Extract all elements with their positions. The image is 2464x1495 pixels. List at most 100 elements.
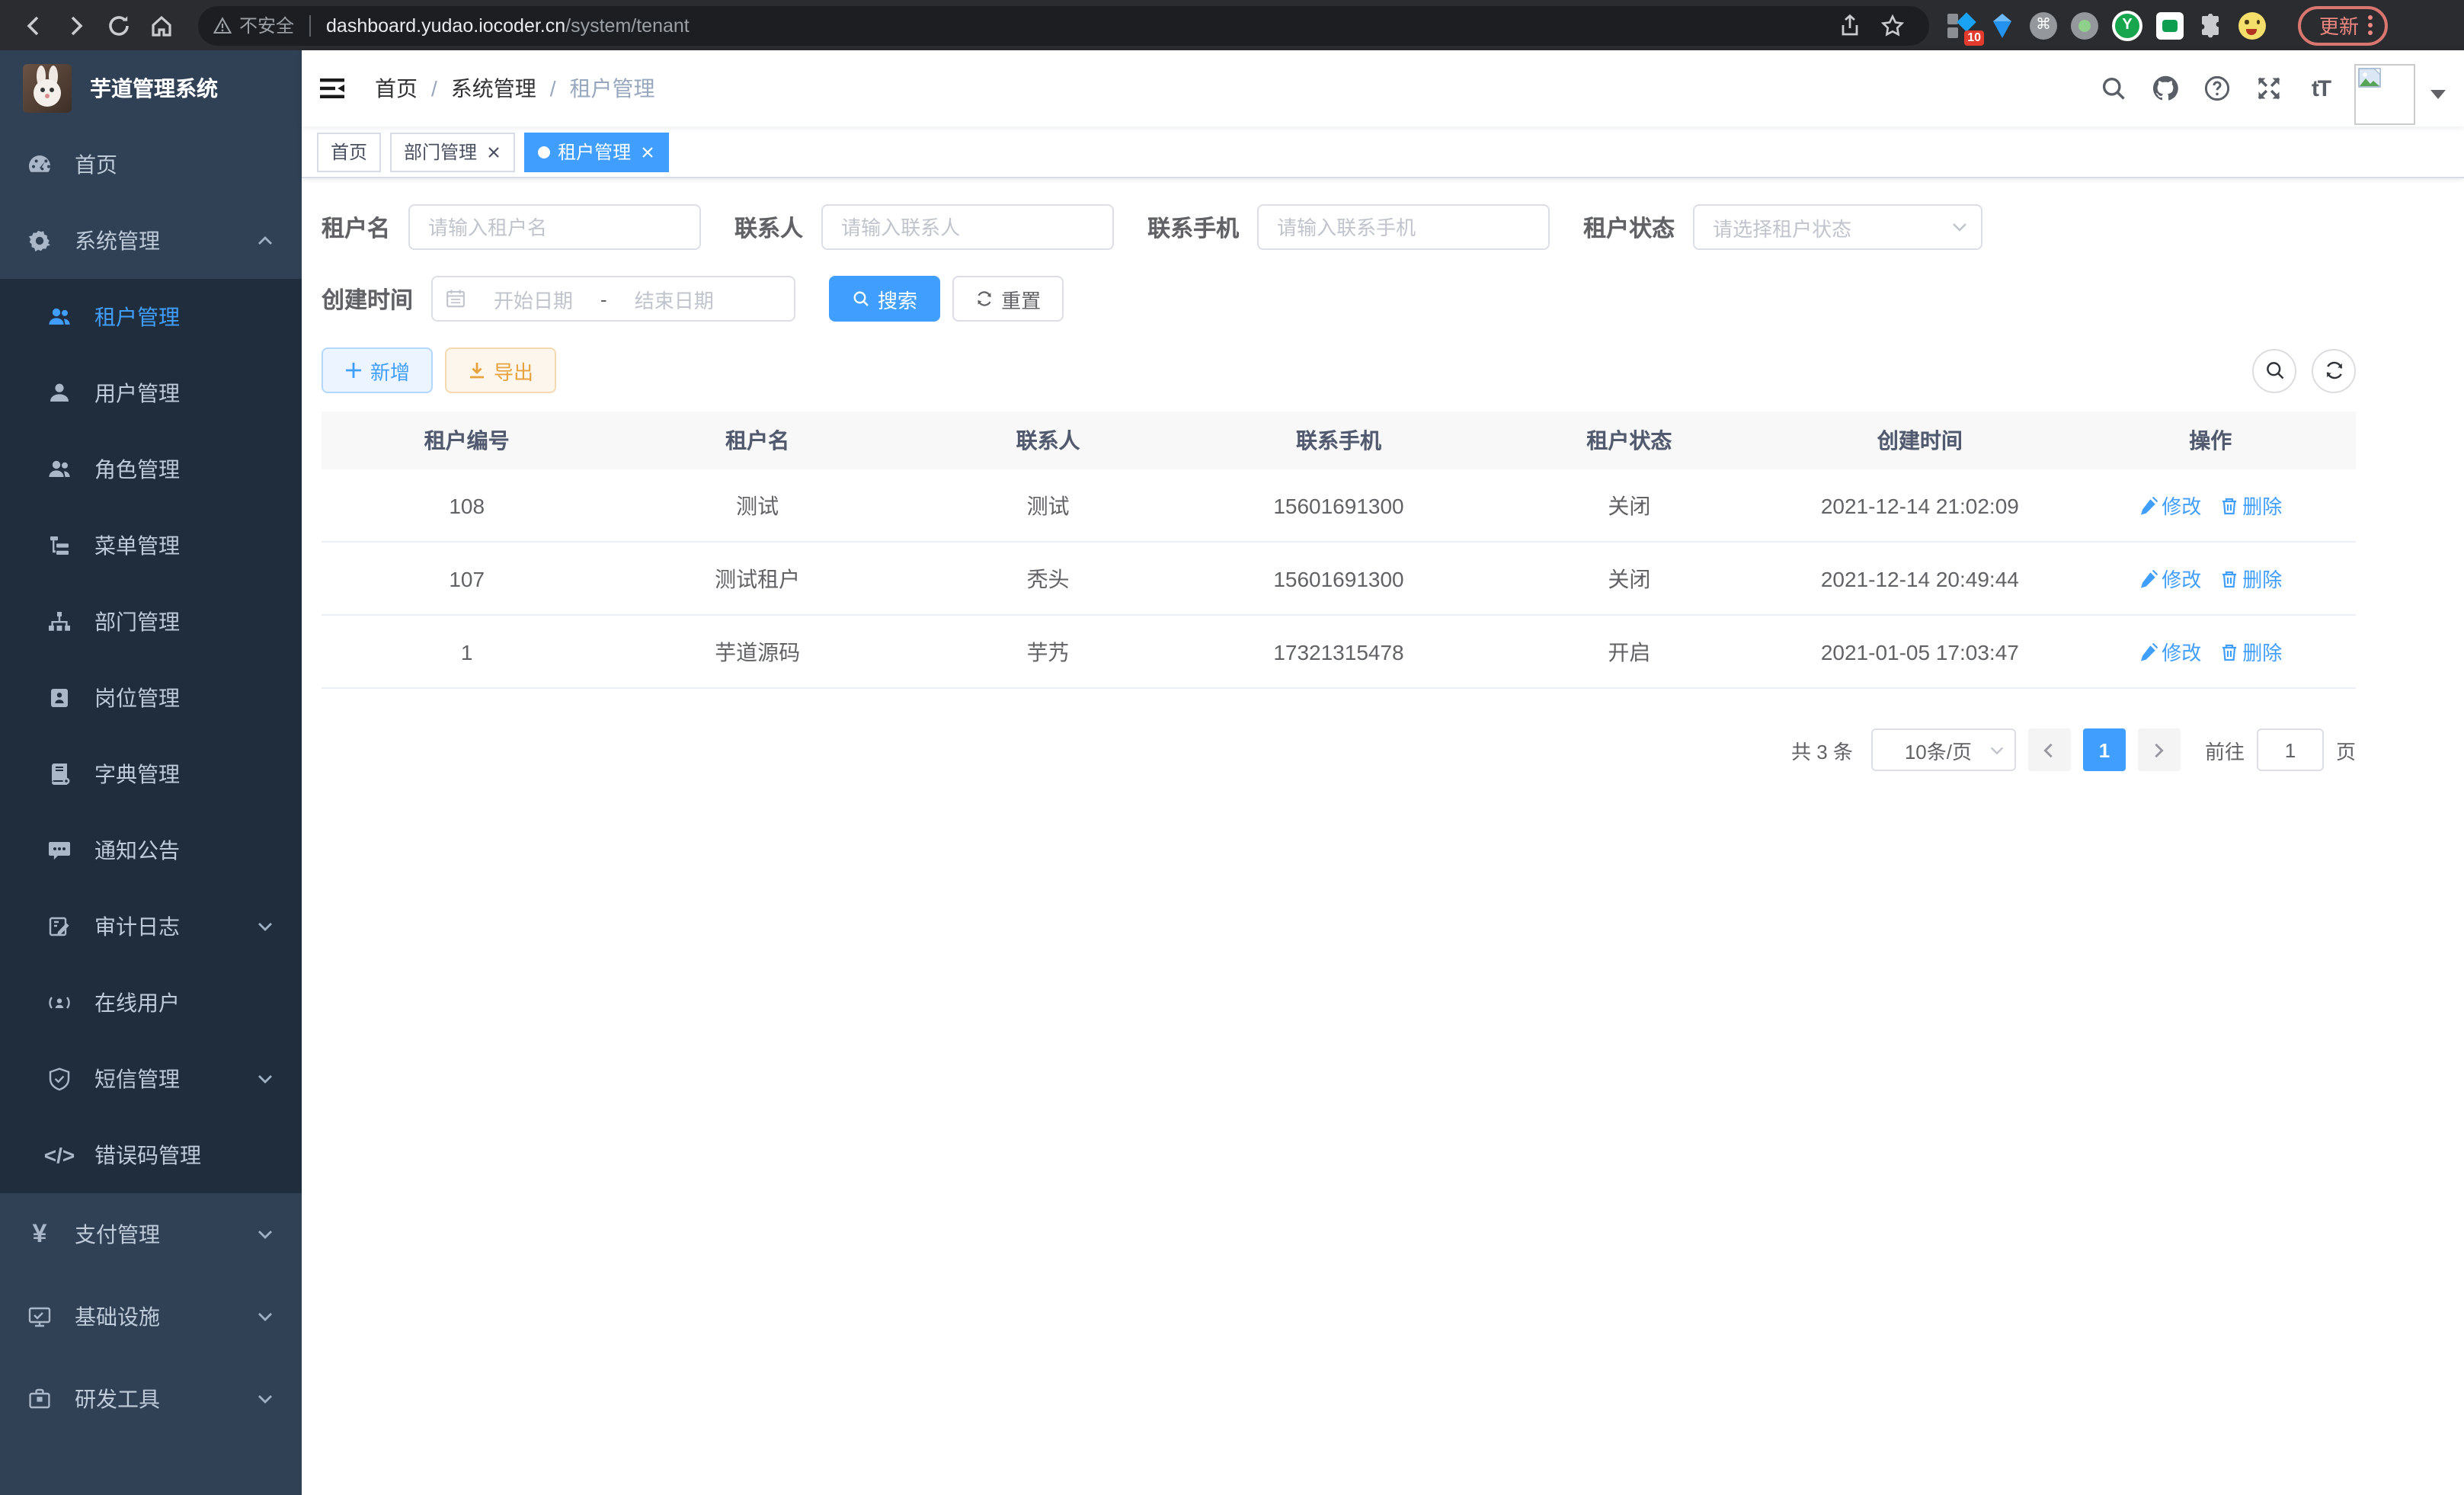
- forward-icon[interactable]: [55, 4, 98, 46]
- delete-link[interactable]: 删除: [2219, 564, 2282, 593]
- field-label: 联系手机: [1147, 211, 1239, 243]
- extension-icon-gem[interactable]: [1989, 11, 2016, 39]
- extension-icon-emoji[interactable]: [2238, 11, 2266, 39]
- reload-icon[interactable]: [98, 4, 140, 46]
- table-row[interactable]: 108 测试 测试 15601691300 关闭 2021-12-14 21:0…: [322, 469, 2356, 543]
- column-header: 联系人: [903, 411, 1193, 469]
- page-url[interactable]: dashboard.yudao.iocoder.cn/system/tenant: [326, 14, 690, 36]
- edit-link[interactable]: 修改: [2139, 491, 2201, 520]
- page-number-1[interactable]: 1: [2083, 728, 2126, 771]
- sidebar-item-label: 菜单管理: [94, 530, 180, 561]
- app-logo[interactable]: 芋道管理系统: [0, 50, 302, 126]
- table-row[interactable]: 1 芋道源码 芋艿 17321315478 开启 2021-01-05 17:0…: [322, 616, 2356, 687]
- home-icon[interactable]: [140, 4, 183, 46]
- cell-actions: 修改 删除: [2066, 543, 2356, 614]
- sidebar-item-sms[interactable]: 短信管理: [0, 1041, 302, 1117]
- extension-icon-recorder[interactable]: [2071, 11, 2098, 39]
- close-icon[interactable]: [638, 143, 655, 160]
- contact-input[interactable]: [821, 204, 1114, 250]
- sidebar-collapse-icon[interactable]: [302, 73, 363, 104]
- tag-dept[interactable]: 部门管理: [390, 132, 515, 171]
- page-size-select[interactable]: 10条/页: [1871, 728, 2016, 771]
- github-icon[interactable]: [2147, 69, 2184, 108]
- download-icon: [468, 361, 486, 379]
- prev-page-button[interactable]: [2028, 728, 2071, 771]
- sidebar-item-system[interactable]: 系统管理: [0, 203, 302, 279]
- delete-link[interactable]: 删除: [2219, 637, 2282, 666]
- sidebar-item-error-code[interactable]: </> 错误码管理: [0, 1117, 302, 1193]
- gear-icon: [27, 229, 52, 253]
- chevron-up-icon: [256, 232, 274, 250]
- sidebar-item-menu[interactable]: 菜单管理: [0, 507, 302, 584]
- sidebar-item-label: 审计日志: [94, 911, 180, 942]
- edit-link[interactable]: 修改: [2139, 564, 2201, 593]
- refresh-table-button[interactable]: [2312, 348, 2356, 392]
- sidebar-item-notice[interactable]: 通知公告: [0, 812, 302, 888]
- sidebar-item-tenant[interactable]: 租户管理: [0, 279, 302, 355]
- reset-button[interactable]: 重置: [952, 276, 1064, 322]
- address-bar[interactable]: 不安全 dashboard.yudao.iocoder.cn/system/te…: [198, 5, 1929, 45]
- cell-phone: 15601691300: [1193, 469, 1483, 541]
- column-header: 租户状态: [1484, 411, 1774, 469]
- sidebar-item-payment[interactable]: ¥ 支付管理: [0, 1193, 302, 1276]
- extension-icon-command[interactable]: ⌘: [2030, 11, 2057, 39]
- next-page-button[interactable]: [2138, 728, 2181, 771]
- font-size-icon[interactable]: tT: [2302, 69, 2339, 108]
- column-header: 租户编号: [322, 411, 612, 469]
- extension-icon-chat[interactable]: [2156, 11, 2184, 39]
- sidebar-item-role[interactable]: 角色管理: [0, 431, 302, 507]
- search-button[interactable]: 搜索: [829, 276, 940, 322]
- sidebar-item-online-users[interactable]: 在线用户: [0, 965, 302, 1041]
- cell-created: 2021-12-14 20:49:44: [1774, 543, 2065, 614]
- tenant-name-input[interactable]: [408, 204, 701, 250]
- help-icon[interactable]: [2199, 69, 2235, 108]
- sidebar-item-post[interactable]: 岗位管理: [0, 660, 302, 736]
- search-icon[interactable]: [2095, 69, 2132, 108]
- extension-icon-y[interactable]: Y: [2112, 10, 2142, 40]
- sidebar-item-dept[interactable]: 部门管理: [0, 584, 302, 660]
- toggle-search-button[interactable]: [2252, 348, 2296, 392]
- add-button[interactable]: 新增: [322, 347, 433, 393]
- avatar[interactable]: [2354, 64, 2415, 125]
- logo-image: [23, 64, 72, 113]
- site-security-warning[interactable]: 不安全: [213, 12, 294, 38]
- sidebar-item-home[interactable]: 首页: [0, 126, 302, 203]
- bookmark-star-icon[interactable]: [1871, 4, 1914, 46]
- filter-tenant-name: 租户名: [322, 204, 701, 250]
- goto-page-input[interactable]: [2257, 728, 2324, 771]
- delete-link[interactable]: 删除: [2219, 491, 2282, 520]
- share-icon[interactable]: [1829, 4, 1871, 46]
- url-path: /system/tenant: [565, 14, 690, 36]
- phone-input[interactable]: [1257, 204, 1550, 250]
- sidebar-item-dev-tools[interactable]: 研发工具: [0, 1358, 302, 1440]
- sidebar-item-infrastructure[interactable]: 基础设施: [0, 1276, 302, 1358]
- sidebar-item-dict[interactable]: 字典管理: [0, 736, 302, 812]
- avatar-dropdown-caret[interactable]: [2430, 89, 2446, 106]
- status-select[interactable]: 请选择租户状态: [1693, 204, 1982, 250]
- sidebar-item-label: 首页: [75, 149, 117, 180]
- table-row[interactable]: 107 测试租户 秃头 15601691300 关闭 2021-12-14 20…: [322, 543, 2356, 616]
- filter-row-2: 创建时间 开始日期 - 结束日期 搜索: [322, 276, 2356, 322]
- sidebar-item-user[interactable]: 用户管理: [0, 355, 302, 431]
- back-icon[interactable]: [12, 4, 55, 46]
- sidebar-item-audit-log[interactable]: 审计日志: [0, 888, 302, 965]
- tag-tenant[interactable]: 租户管理: [524, 132, 669, 171]
- security-label: 不安全: [239, 12, 294, 38]
- cell-name: 测试租户: [612, 543, 902, 614]
- edit-link[interactable]: 修改: [2139, 637, 2201, 666]
- yuan-icon: ¥: [27, 1222, 52, 1247]
- date-range-picker[interactable]: 开始日期 - 结束日期: [431, 276, 795, 322]
- filter-contact: 联系人: [734, 204, 1114, 250]
- browser-menu-icon[interactable]: [2368, 15, 2373, 35]
- breadcrumb-home[interactable]: 首页: [375, 73, 418, 104]
- app-title: 芋道管理系统: [90, 73, 218, 104]
- export-button[interactable]: 导出: [445, 347, 556, 393]
- breadcrumb-system[interactable]: 系统管理: [451, 73, 536, 104]
- tag-home[interactable]: 首页: [317, 132, 381, 171]
- browser-update-button[interactable]: 更新: [2298, 5, 2388, 45]
- extension-icon-tampermonkey[interactable]: 10: [1947, 11, 1975, 39]
- extensions-puzzle-icon[interactable]: [2197, 11, 2225, 39]
- fullscreen-icon[interactable]: [2251, 69, 2287, 108]
- close-icon[interactable]: [485, 143, 501, 160]
- sidebar-item-label: 研发工具: [75, 1384, 160, 1414]
